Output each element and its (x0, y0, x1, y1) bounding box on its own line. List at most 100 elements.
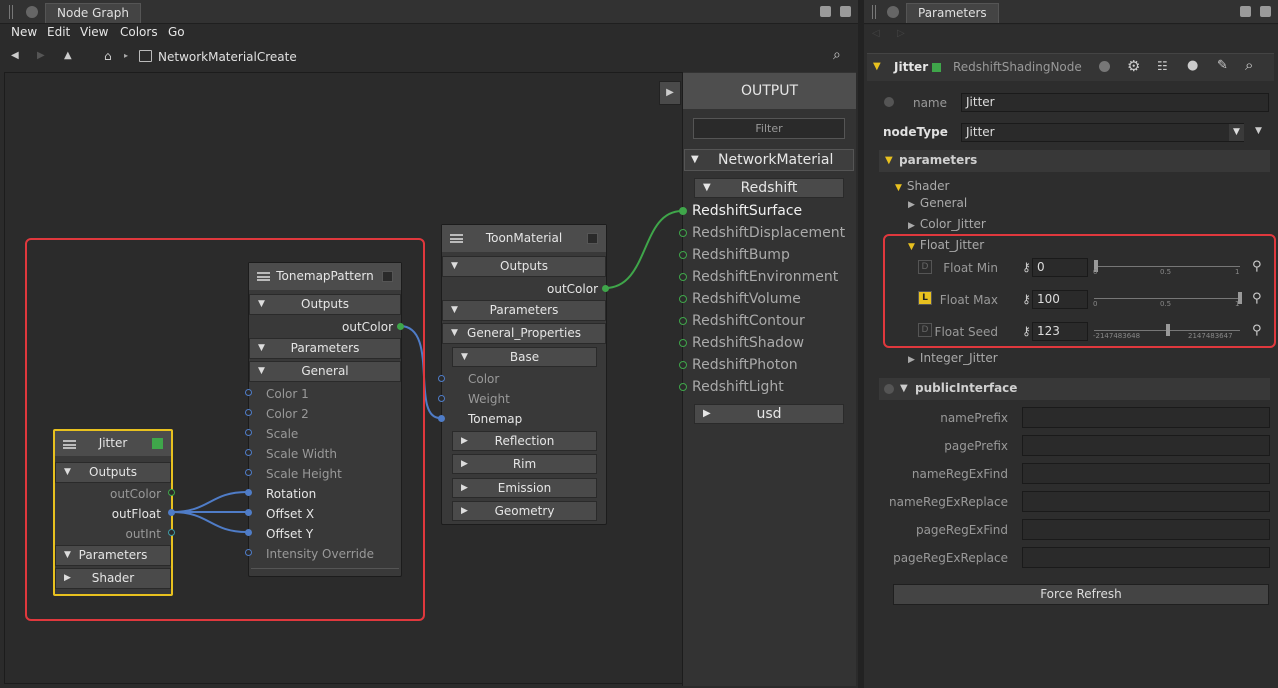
port-redshift-displacement: RedshiftDisplacement (692, 225, 846, 241)
tonemap-connector[interactable] (438, 415, 445, 422)
port-redshift-contour: RedshiftContour (692, 313, 805, 329)
port-redshift-surface: RedshiftSurface (692, 203, 803, 219)
node-toon-geometry-section[interactable]: ▶ Geometry (452, 501, 597, 521)
expand-icon: ▼ (895, 183, 902, 193)
public-interface-header: publicInterface (915, 381, 1018, 395)
node-name-title: Jitter (894, 60, 929, 74)
name-field[interactable]: Jitter (961, 93, 1269, 112)
node-menu-icon[interactable] (450, 234, 463, 243)
node-toon-rim-section[interactable]: ▶ Rim (452, 454, 597, 474)
pane-grip-icon[interactable] (872, 5, 876, 19)
name-regex-replace-label: nameRegExReplace (889, 495, 1008, 509)
close-pane-icon[interactable] (1260, 6, 1271, 17)
name-prefix-label: namePrefix (940, 411, 1008, 425)
force-refresh-button[interactable]: Force Refresh (893, 584, 1269, 605)
port-weight: Weight (468, 392, 510, 406)
color-connector[interactable] (438, 375, 445, 382)
float-jitter-highlight-box (883, 234, 1276, 348)
history-forward-icon[interactable]: ▷ (897, 28, 905, 39)
name-regex-find-label: nameRegExFind (911, 467, 1008, 481)
collapse-public-interface-icon[interactable]: ▼ (900, 383, 908, 394)
port-redshift-photon: RedshiftPhoton (692, 357, 798, 373)
nodetype-menu-icon[interactable]: ▼ (1255, 126, 1262, 136)
page-regex-replace-field[interactable] (1022, 547, 1270, 568)
redshift-shadow-connector[interactable] (679, 339, 687, 347)
node-type-title: RedshiftShadingNode (953, 60, 1082, 74)
help-icon[interactable] (884, 97, 894, 107)
node-toon-base-section[interactable]: ▼ Base (452, 347, 597, 367)
node-toon-header[interactable]: ToonMaterial (442, 225, 606, 252)
port-redshift-light: RedshiftLight (692, 379, 784, 395)
enabled-indicator-icon[interactable] (587, 233, 598, 244)
filter-input[interactable]: Filter (693, 118, 845, 139)
port-redshift-volume: RedshiftVolume (692, 291, 801, 307)
help-icon[interactable] (1099, 61, 1110, 72)
nodetype-label: nodeType (883, 125, 948, 139)
redshift-environment-connector[interactable] (679, 273, 687, 281)
tab-parameters[interactable]: Parameters (906, 3, 999, 23)
tree-integer-jitter[interactable]: ▶ Integer_Jitter (908, 351, 998, 365)
collapsed-icon: ▶ (908, 221, 915, 231)
collapse-parameters-icon[interactable]: ▼ (885, 155, 893, 166)
redshift-light-connector[interactable] (679, 383, 687, 391)
history-back-icon[interactable]: ◁ (872, 28, 880, 39)
port-redshift-bump: RedshiftBump (692, 247, 790, 263)
collapse-output-icon[interactable]: ▶ (659, 81, 681, 105)
page-prefix-label: pagePrefix (944, 439, 1008, 453)
name-regex-find-field[interactable] (1022, 463, 1270, 484)
gear-icon[interactable]: ⚙ (1127, 57, 1140, 75)
redshift-contour-connector[interactable] (679, 317, 687, 325)
output-panel-title: OUTPUT (683, 73, 856, 109)
name-regex-replace-field[interactable] (1022, 491, 1270, 512)
tree-shader[interactable]: ▼ Shader (895, 179, 949, 193)
usd-section[interactable]: ▶ usd (694, 404, 844, 424)
wrench-icon[interactable]: ✎ (1217, 58, 1228, 73)
node-toon-reflection-section[interactable]: ▶ Reflection (452, 431, 597, 451)
port-tonemap: Tonemap (468, 412, 523, 426)
node-toon-title: ToonMaterial (485, 231, 563, 245)
toon-outcolor-connector[interactable] (602, 285, 609, 292)
node-toon-general-properties-section[interactable]: ▼ General_Properties (442, 323, 606, 344)
redshift-bump-connector[interactable] (679, 251, 687, 259)
float-pane-icon[interactable] (1240, 6, 1251, 17)
parameters-section-header[interactable]: ▼ parameters (879, 150, 1270, 172)
chevron-down-icon[interactable]: ▼ (1229, 124, 1244, 141)
port-redshift-shadow: RedshiftShadow (692, 335, 805, 351)
collapse-node-icon[interactable]: ▼ (873, 61, 881, 72)
name-label: name (912, 96, 947, 110)
nodetype-select[interactable]: Jitter (961, 123, 1244, 142)
page-regex-replace-label: pageRegExReplace (893, 551, 1008, 565)
node-toon-outputs-section[interactable]: ▼ Outputs (442, 256, 606, 277)
layout-icon[interactable]: ☷ (1157, 59, 1168, 73)
wire-toon-out-surface (604, 210, 683, 289)
pane-menu-icon[interactable] (887, 6, 899, 18)
redshift-displacement-connector[interactable] (679, 229, 687, 237)
port-redshift-environment: RedshiftEnvironment (692, 269, 839, 285)
comment-icon[interactable]: ● (1187, 58, 1198, 73)
parameters-header: parameters (899, 153, 978, 167)
tree-general[interactable]: ▶ General (908, 196, 967, 210)
redshift-photon-connector[interactable] (679, 361, 687, 369)
redshift-surface-connector[interactable] (679, 207, 687, 215)
enabled-indicator-icon[interactable] (932, 63, 941, 72)
selection-highlight-box (25, 238, 425, 621)
port-color: Color (468, 372, 500, 386)
port-outcolor: outColor (547, 282, 598, 296)
redshift-volume-connector[interactable] (679, 295, 687, 303)
weight-connector[interactable] (438, 395, 445, 402)
collapsed-icon: ▶ (908, 355, 915, 365)
network-material-section[interactable]: ▼ NetworkMaterial (684, 149, 854, 171)
page-prefix-field[interactable] (1022, 435, 1270, 456)
node-toon-parameters-section[interactable]: ▼ Parameters (442, 300, 606, 321)
public-interface-header-row[interactable]: ▼ publicInterface (879, 378, 1270, 400)
help-icon[interactable] (884, 384, 894, 394)
node-toon-material[interactable]: ToonMaterial ▼ Outputs outColor ▼ Paramete… (441, 224, 607, 525)
node-header-row: ▼ Jitter RedshiftShadingNode ⚙ ☷ ● ✎ ⌕ (867, 53, 1274, 81)
tree-color-jitter[interactable]: ▶ Color_Jitter (908, 217, 986, 231)
node-toon-emission-section[interactable]: ▶ Emission (452, 478, 597, 498)
search-icon[interactable]: ⌕ (1245, 56, 1253, 74)
page-regex-find-field[interactable] (1022, 519, 1270, 540)
redshift-section[interactable]: ▼ Redshift (694, 178, 844, 198)
page-regex-find-label: pageRegExFind (915, 523, 1008, 537)
name-prefix-field[interactable] (1022, 407, 1270, 428)
